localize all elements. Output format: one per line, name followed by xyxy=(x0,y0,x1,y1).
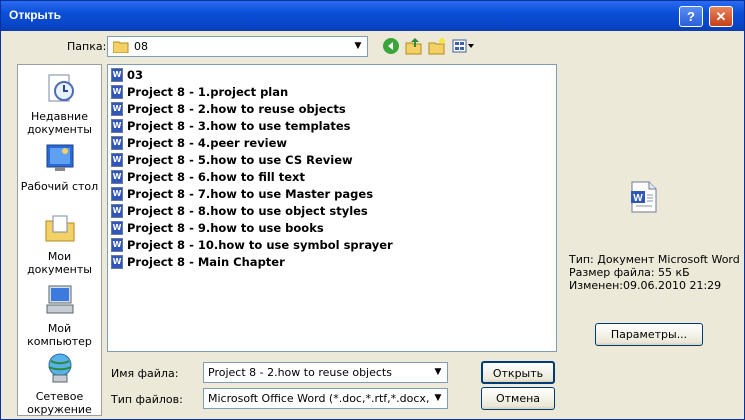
list-item[interactable]: Project 8 - 4.peer review xyxy=(111,135,287,152)
word-document-icon xyxy=(111,204,123,218)
views-menu-icon[interactable] xyxy=(452,37,476,55)
my-computer-icon xyxy=(18,283,101,320)
list-item[interactable]: Project 8 - 9.how to use books xyxy=(111,220,324,237)
place-network-label: Сетевое окружение xyxy=(27,390,92,416)
list-item[interactable]: Project 8 - 5.how to use CS Review xyxy=(111,152,353,169)
desktop-icon xyxy=(18,141,101,178)
place-network[interactable]: Сетевое окружение xyxy=(18,351,101,416)
place-mydocs-label: Мои документы xyxy=(27,250,92,276)
back-arrow-icon[interactable] xyxy=(381,37,401,55)
word-document-icon xyxy=(111,119,123,133)
up-folder-icon[interactable] xyxy=(404,37,424,55)
folder-icon xyxy=(112,40,129,54)
list-item[interactable]: 03 xyxy=(111,67,143,84)
list-item[interactable]: Project 8 - 1.project plan xyxy=(111,84,288,101)
place-recent[interactable]: Недавние документы xyxy=(18,71,101,136)
chevron-down-icon[interactable]: ▼ xyxy=(431,365,445,380)
lookin-label: Папка: xyxy=(67,40,107,53)
preview-type: Тип: Документ Microsoft Word xyxy=(569,253,740,266)
place-mydocs[interactable]: Мои документы xyxy=(18,211,101,276)
open-button[interactable]: Открыть xyxy=(481,361,555,384)
word-document-icon xyxy=(111,221,123,235)
my-documents-icon xyxy=(18,211,101,248)
network-places-icon xyxy=(18,351,101,388)
list-item[interactable]: Project 8 - 10.how to use symbol sprayer xyxy=(111,237,393,254)
chevron-down-icon[interactable]: ▼ xyxy=(431,391,445,406)
filetype-value: Microsoft Office Word (*.doc,*.rtf,*.doc… xyxy=(208,392,429,405)
list-item[interactable]: Project 8 - 7.how to use Master pages xyxy=(111,186,373,203)
filename-label: Имя файла: xyxy=(111,367,179,380)
filetype-label: Тип файлов: xyxy=(111,393,183,406)
close-button[interactable]: ✕ xyxy=(709,6,733,27)
preview-size: Размер файла: 55 кБ xyxy=(569,266,690,279)
list-item[interactable]: Project 8 - Main Chapter xyxy=(111,254,285,271)
list-item[interactable]: Project 8 - 8.how to use object styles xyxy=(111,203,368,220)
place-computer[interactable]: Мой компьютер xyxy=(18,283,101,348)
lookin-combo[interactable]: 08 ▼ xyxy=(107,36,368,57)
file-list[interactable]: 03 Project 8 - 1.project plan Project 8 … xyxy=(107,64,557,352)
filetype-select[interactable]: Microsoft Office Word (*.doc,*.rtf,*.doc… xyxy=(203,388,448,409)
word-document-icon xyxy=(111,187,123,201)
places-bar: Недавние документы Рабочий стол Мои доку… xyxy=(17,64,102,416)
cancel-button[interactable]: Отмена xyxy=(481,387,555,410)
word-document-icon xyxy=(111,170,123,184)
title-bar[interactable]: Открыть ? ✕ xyxy=(1,1,744,31)
window-title: Открыть xyxy=(9,8,62,22)
open-dialog: Открыть ? ✕ Папка: 08 ▼ Недавние докумен… xyxy=(0,0,745,420)
filename-field[interactable]: Project 8 - 2.how to reuse objects ▼ xyxy=(203,362,448,383)
list-item[interactable]: Project 8 - 3.how to use templates xyxy=(111,118,351,135)
params-button[interactable]: Параметры... xyxy=(595,323,703,346)
word-document-icon xyxy=(111,238,123,252)
list-item-selected[interactable]: Project 8 - 2.how to reuse objects xyxy=(111,101,346,118)
chevron-down-icon[interactable]: ▼ xyxy=(351,39,365,54)
word-document-icon xyxy=(111,68,123,82)
word-document-icon xyxy=(111,136,123,150)
place-desktop[interactable]: Рабочий стол xyxy=(18,141,101,193)
word-document-icon xyxy=(111,153,123,167)
new-folder-icon[interactable] xyxy=(427,37,447,55)
recent-documents-icon xyxy=(18,71,101,108)
preview-modified: Изменен:09.06.2010 21:29 xyxy=(569,279,722,292)
place-computer-label: Мой компьютер xyxy=(27,322,92,348)
svg-text:W: W xyxy=(633,193,643,204)
list-item[interactable]: Project 8 - 6.how to fill text xyxy=(111,169,305,186)
filename-value: Project 8 - 2.how to reuse objects xyxy=(208,366,392,379)
lookin-value: 08 xyxy=(134,40,148,53)
word-document-icon xyxy=(111,102,123,116)
place-recent-label: Недавние документы xyxy=(27,110,92,136)
place-desktop-label: Рабочий стол xyxy=(20,180,99,193)
help-button[interactable]: ? xyxy=(679,6,703,27)
word-document-icon xyxy=(111,255,123,269)
word-document-icon xyxy=(111,85,123,99)
word-document-preview-icon: W xyxy=(631,181,657,213)
